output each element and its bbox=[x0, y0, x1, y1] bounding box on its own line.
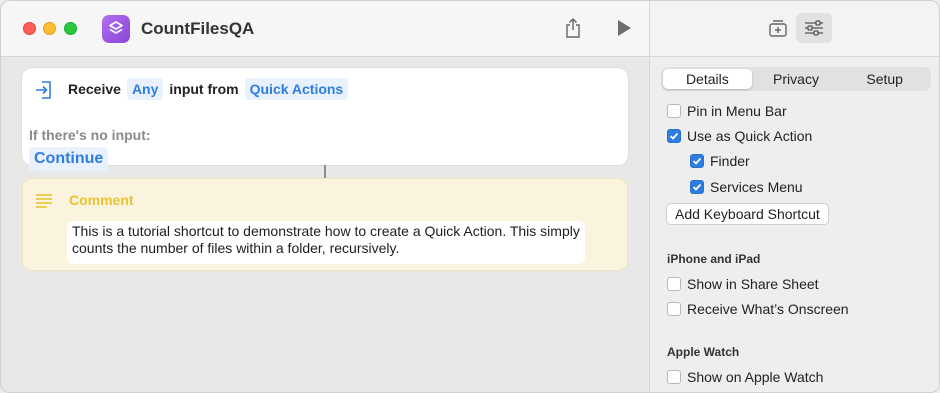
checkmark-icon bbox=[692, 183, 702, 191]
shortcuts-window: CountFilesQA Receive Any input from Quic… bbox=[0, 0, 940, 393]
title-bar: CountFilesQA bbox=[1, 1, 649, 57]
onscreen-checkbox[interactable] bbox=[667, 302, 681, 316]
quick-action-checkbox[interactable] bbox=[667, 129, 681, 143]
quick-action-label: Use as Quick Action bbox=[687, 128, 813, 144]
zoom-window-button[interactable] bbox=[64, 22, 77, 35]
input-source-token[interactable]: Quick Actions bbox=[244, 78, 349, 100]
comment-text-field[interactable]: This is a tutorial shortcut to demonstra… bbox=[67, 221, 585, 264]
add-to-dock-icon bbox=[769, 20, 787, 37]
tab-setup[interactable]: Setup bbox=[840, 69, 929, 89]
run-button[interactable] bbox=[613, 17, 635, 39]
services-menu-label: Services Menu bbox=[710, 179, 803, 195]
tab-privacy[interactable]: Privacy bbox=[752, 69, 841, 89]
onscreen-label: Receive What’s Onscreen bbox=[687, 301, 849, 317]
watch-section-header: Apple Watch bbox=[667, 345, 740, 359]
pin-menu-bar-label: Pin in Menu Bar bbox=[687, 103, 787, 119]
shortcut-editor-canvas: Receive Any input from Quick Actions If … bbox=[1, 57, 649, 392]
receive-input-icon bbox=[36, 81, 51, 99]
finder-option[interactable]: Finder bbox=[690, 153, 750, 169]
inspector-toolbar bbox=[650, 1, 939, 57]
inspector-panel: Details Privacy Setup Pin in Menu Bar Us… bbox=[649, 1, 939, 392]
window-title: CountFilesQA bbox=[141, 19, 255, 38]
finder-label: Finder bbox=[710, 153, 750, 169]
share-sheet-label: Show in Share Sheet bbox=[687, 276, 819, 292]
no-input-action-token[interactable]: Continue bbox=[29, 147, 109, 171]
close-window-button[interactable] bbox=[23, 22, 36, 35]
receive-label: Receive bbox=[68, 81, 121, 97]
action-connector bbox=[324, 165, 326, 178]
tab-details[interactable]: Details bbox=[663, 69, 752, 89]
pin-menu-bar-option[interactable]: Pin in Menu Bar bbox=[667, 103, 787, 119]
minimize-window-button[interactable] bbox=[43, 22, 56, 35]
no-input-label: If there's no input: bbox=[29, 127, 151, 143]
pin-menu-bar-checkbox[interactable] bbox=[667, 104, 681, 118]
shortcuts-icon bbox=[102, 15, 130, 43]
apple-watch-label: Show on Apple Watch bbox=[687, 369, 824, 385]
share-sheet-checkbox[interactable] bbox=[667, 277, 681, 291]
comment-title: Comment bbox=[69, 192, 134, 208]
receive-row: Receive Any input from Quick Actions bbox=[68, 78, 349, 100]
services-menu-option[interactable]: Services Menu bbox=[690, 179, 803, 195]
inspector-tabs: Details Privacy Setup bbox=[661, 67, 931, 91]
share-button[interactable] bbox=[561, 15, 585, 41]
add-keyboard-shortcut-button[interactable]: Add Keyboard Shortcut bbox=[666, 203, 829, 225]
shortcut-details-button[interactable] bbox=[796, 13, 832, 43]
receive-action-card[interactable]: Receive Any input from Quick Actions If … bbox=[22, 68, 628, 171]
share-icon bbox=[566, 18, 580, 38]
checkmark-icon bbox=[692, 157, 702, 165]
play-icon bbox=[618, 20, 631, 36]
checkmark-icon bbox=[669, 132, 679, 140]
comment-action-card[interactable]: Comment This is a tutorial shortcut to d… bbox=[22, 178, 628, 271]
iphone-section-header: iPhone and iPad bbox=[667, 252, 761, 266]
services-menu-checkbox[interactable] bbox=[690, 180, 704, 194]
sliders-icon bbox=[805, 20, 823, 36]
apple-watch-option[interactable]: Show on Apple Watch bbox=[667, 369, 823, 385]
share-sheet-option[interactable]: Show in Share Sheet bbox=[667, 276, 819, 292]
apple-watch-checkbox[interactable] bbox=[667, 370, 681, 384]
input-from-label: input from bbox=[169, 81, 239, 97]
add-to-dock-button[interactable] bbox=[766, 16, 790, 40]
input-type-token[interactable]: Any bbox=[126, 78, 164, 100]
quick-action-option[interactable]: Use as Quick Action bbox=[667, 128, 812, 144]
comment-lines-icon bbox=[36, 194, 52, 208]
finder-checkbox[interactable] bbox=[690, 154, 704, 168]
onscreen-option[interactable]: Receive What’s Onscreen bbox=[667, 301, 849, 317]
